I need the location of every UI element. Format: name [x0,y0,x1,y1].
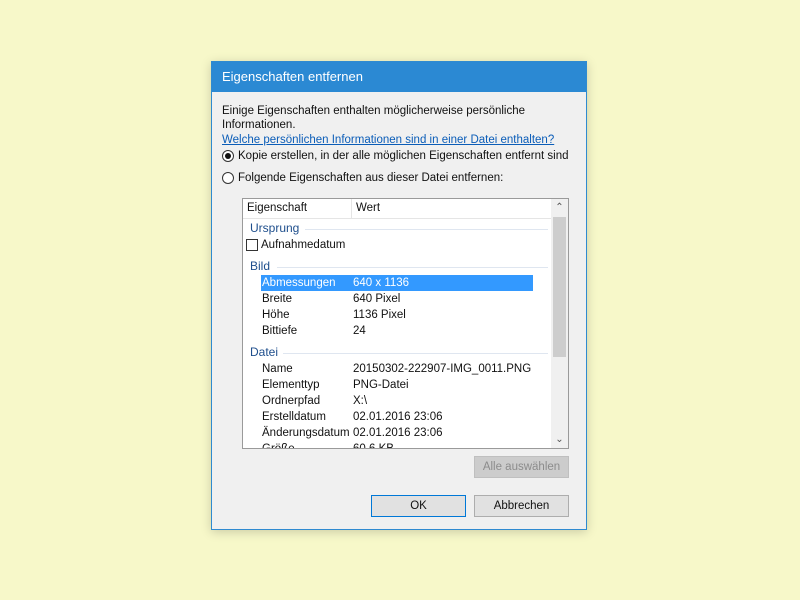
cancel-button[interactable]: Abbrechen [474,495,569,517]
column-header-property[interactable]: Eigenschaft [243,199,352,218]
select-all-button[interactable]: Alle auswählen [474,456,569,478]
row-value: 640 x 1136 [353,277,410,289]
group-image: Bild [250,259,271,273]
dialog-description: Einige Eigenschaften enthalten möglicher… [222,105,526,131]
list-header: Eigenschaft Wert [243,199,551,219]
option-copy-row[interactable]: Kopie erstellen, in der alle möglichen E… [222,150,569,162]
row-key: Breite [262,293,293,305]
table-row[interactable]: Ordnerpfad X:\ [261,393,533,409]
row-value: PNG-Datei [353,379,409,391]
dialog-title: Eigenschaften entfernen [212,62,586,92]
group-divider [277,267,548,268]
origin-item-label: Aufnahmedatum [261,239,346,251]
group-file: Datei [250,345,279,359]
row-key: Elementtyp [262,379,320,391]
vertical-scrollbar[interactable]: ⌃ ⌄ [551,199,568,448]
row-key: Bittiefe [262,325,298,337]
row-value: X:\ [353,395,368,407]
option-copy-radio[interactable] [222,150,234,162]
row-value: 60,6 KB [353,443,394,449]
group-origin: Ursprung [250,221,300,235]
row-value: 24 [353,325,366,337]
chevron-up-icon[interactable]: ⌃ [551,199,568,216]
row-value: 640 Pixel [353,293,401,305]
properties-dialog: Eigenschaften entfernen Einige Eigenscha… [211,61,587,530]
row-key: Ordnerpfad [262,395,321,407]
table-row[interactable]: Name 20150302-222907-IMG_0011.PNG [261,361,533,377]
row-key: Größe [262,443,295,449]
row-key: Höhe [262,309,290,321]
personal-info-link[interactable]: Welche persönlichen Informationen sind i… [222,134,554,146]
row-value: 1136 Pixel [353,309,406,321]
chevron-down-icon[interactable]: ⌄ [551,431,568,448]
table-row[interactable]: Änderungsdatum 02.01.2016 23:06 [261,425,533,441]
origin-checkbox[interactable] [246,239,258,251]
row-value: 20150302-222907-IMG_0011.PNG [353,363,532,375]
table-row[interactable]: Breite 640 Pixel [261,291,533,307]
table-row[interactable]: Erstelldatum 02.01.2016 23:06 [261,409,533,425]
table-row[interactable]: Bittiefe 24 [261,323,533,339]
row-key: Abmessungen [262,277,336,289]
column-header-value[interactable]: Wert [352,199,380,218]
row-key: Erstelldatum [262,411,326,423]
row-value: 02.01.2016 23:06 [353,427,443,439]
ok-button[interactable]: OK [371,495,466,517]
group-divider [305,229,548,230]
option-copy-label: Kopie erstellen, in der alle möglichen E… [238,150,569,162]
row-value: 02.01.2016 23:06 [353,411,443,423]
row-key: Name [262,363,293,375]
group-divider [283,353,548,354]
row-key: Änderungsdatum [262,427,350,439]
table-row[interactable]: Größe 60,6 KB [261,441,533,449]
scrollbar-thumb[interactable] [553,217,566,357]
table-row[interactable]: Elementtyp PNG-Datei [261,377,533,393]
option-remove-label: Folgende Eigenschaften aus dieser Datei … [238,172,504,184]
list-item[interactable]: Aufnahmedatum [246,239,345,251]
properties-list[interactable]: Eigenschaft Wert Ursprung Aufnahmedatum … [242,198,569,449]
option-remove-row[interactable]: Folgende Eigenschaften aus dieser Datei … [222,172,503,184]
table-row[interactable]: Abmessungen 640 x 1136 [261,275,533,291]
table-row[interactable]: Höhe 1136 Pixel [261,307,533,323]
option-remove-radio[interactable] [222,172,234,184]
